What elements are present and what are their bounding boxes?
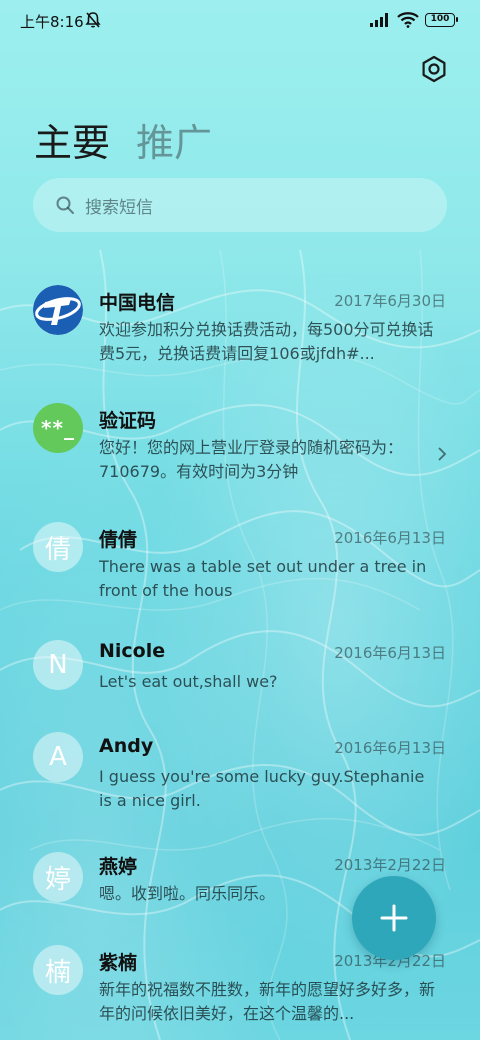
tab-promo[interactable]: 推广 (136, 112, 212, 167)
status-time: 上午8:16 (20, 13, 84, 31)
sender-name: 中国电信 (99, 292, 176, 314)
contact-avatar: 楠 (33, 945, 83, 995)
new-message-button[interactable] (352, 876, 436, 960)
conversation-item[interactable]: **_ 验证码 您好！您的网上营业厅登录的随机密码为：710679。有效时间为3… (0, 403, 480, 496)
conversation-item[interactable]: N Nicole 2016年6月13日 Let's eat out,shall … (0, 640, 480, 710)
search-icon (56, 196, 74, 214)
wifi-icon (397, 12, 419, 28)
sender-name: 验证码 (99, 410, 157, 432)
sender-name: 燕婷 (99, 856, 138, 878)
chevron-right-icon (438, 447, 447, 461)
search-input[interactable]: 搜索短信 (33, 178, 447, 232)
sender-name: Nicole (99, 640, 166, 662)
message-preview: Let's eat out,shall we? (99, 672, 278, 691)
plus-icon (380, 904, 408, 932)
tab-main[interactable]: 主要 (34, 112, 110, 167)
message-date: 2017年6月30日 (334, 292, 446, 310)
conversation-item[interactable]: 倩 倩倩 2016年6月13日 There was a table set ou… (0, 522, 480, 615)
settings-hex-icon[interactable] (420, 55, 448, 83)
message-date: 2013年2月22日 (334, 856, 446, 874)
message-date: 2016年6月13日 (334, 644, 446, 662)
contact-avatar: N (33, 640, 83, 690)
conversation-item[interactable]: 中国电信 2017年6月30日 欢迎参加积分兑换话费活动，每500分可兑换话费5… (0, 285, 480, 378)
message-preview: I guess you're some lucky guy.Stephanie … (99, 767, 425, 810)
battery-icon: 100 (425, 13, 458, 27)
contact-avatar: 婷 (33, 852, 83, 902)
message-date: 2016年6月13日 (334, 739, 446, 757)
mute-icon (85, 12, 101, 28)
contact-avatar: 倩 (33, 522, 83, 572)
message-preview: There was a table set out under a tree i… (99, 557, 427, 600)
search-placeholder: 搜索短信 (85, 198, 153, 218)
message-preview: 新年的祝福数不胜数，新年的愿望好多好多，新年的问候依旧美好，在这个温馨的... (99, 980, 436, 1023)
contact-avatar: A (33, 732, 83, 782)
message-preview: 您好！您的网上营业厅登录的随机密码为：710679。有效时间为3分钟 (99, 438, 404, 481)
conversation-item[interactable]: 楠 紫楠 2013年2月22日 新年的祝福数不胜数，新年的愿望好多好多，新年的问… (0, 945, 480, 1038)
sender-name: Andy (99, 735, 154, 757)
status-bar: 上午8:16 100 (0, 0, 480, 40)
telecom-logo-avatar (33, 285, 83, 335)
sender-name: 紫楠 (99, 952, 138, 974)
signal-icon (370, 13, 388, 27)
conversation-item[interactable]: A Andy 2016年6月13日 I guess you're some lu… (0, 732, 480, 825)
message-preview: 欢迎参加积分兑换话费活动，每500分可兑换话费5元，兑换话费请回复106或jfd… (99, 320, 434, 363)
telecom-logo-icon (33, 285, 83, 335)
sender-name: 倩倩 (99, 529, 138, 551)
message-date: 2016年6月13日 (334, 529, 446, 547)
verify-code-avatar: **_ (33, 403, 83, 453)
